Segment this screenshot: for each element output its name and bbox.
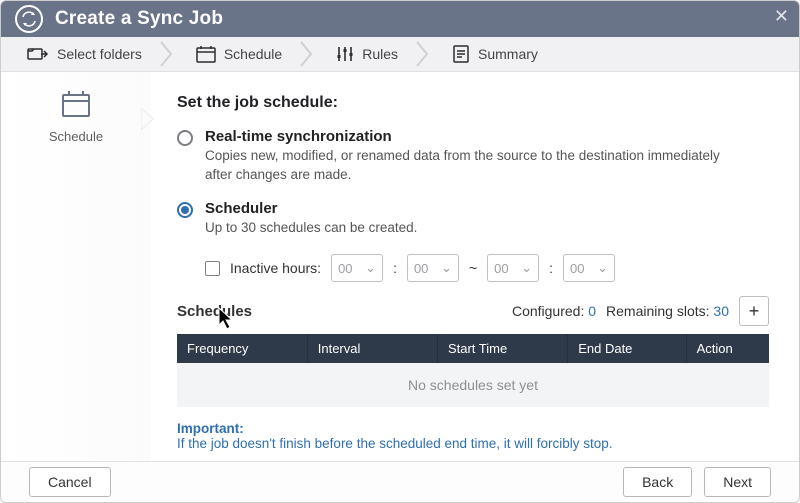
configured-count: 0 — [588, 303, 596, 319]
inactive-hours-label: Inactive hours: — [230, 260, 321, 276]
sync-job-window: Create a Sync Job ✕ Select folders Sched… — [0, 0, 800, 503]
calendar-icon — [196, 45, 216, 63]
close-icon[interactable]: ✕ — [774, 7, 789, 25]
inactive-hours-checkbox[interactable] — [205, 261, 220, 276]
sidebar-pointer-icon — [141, 108, 155, 130]
step-rules[interactable]: Rules — [324, 37, 410, 71]
inactive-end-hour[interactable]: 00⌄ — [487, 254, 539, 282]
schedules-table: Frequency Interval Start Time End Date A… — [177, 334, 769, 407]
step-chevron-icon — [160, 37, 178, 71]
back-button[interactable]: Back — [623, 467, 692, 497]
step-chevron-icon — [416, 37, 434, 71]
window-title: Create a Sync Job — [55, 8, 223, 30]
chevron-down-icon: ⌄ — [441, 260, 452, 276]
col-start-time: Start Time — [437, 334, 567, 363]
content-panel: Set the job schedule: Real-time synchron… — [151, 72, 799, 462]
step-schedule[interactable]: Schedule — [184, 37, 294, 71]
step-label: Rules — [362, 46, 398, 62]
inactive-end-min[interactable]: 00⌄ — [563, 254, 615, 282]
step-summary[interactable]: Summary — [440, 37, 550, 71]
option-scheduler[interactable]: Scheduler Up to 30 schedules can be crea… — [177, 200, 769, 238]
col-action: Action — [686, 334, 769, 363]
option-realtime[interactable]: Real-time synchronization Copies new, mo… — [177, 128, 769, 185]
col-interval: Interval — [307, 334, 437, 363]
content-heading: Set the job schedule: — [177, 94, 769, 112]
scheduler-desc: Up to 30 schedules can be created. — [205, 219, 417, 238]
step-select-folders[interactable]: Select folders — [15, 37, 154, 71]
step-label: Schedule — [224, 46, 282, 62]
add-schedule-button[interactable]: + — [739, 296, 769, 326]
schedules-header: Schedules Configured: 0 Remaining slots:… — [177, 296, 769, 326]
inactive-hours-row: Inactive hours: 00⌄ : 00⌄ ~ 00⌄ : 00⌄ — [205, 254, 769, 282]
sliders-icon — [336, 45, 354, 63]
title-bar: Create a Sync Job ✕ — [1, 1, 799, 37]
col-end-date: End Date — [568, 334, 686, 363]
step-bar: Select folders Schedule Rules Summary — [1, 37, 799, 72]
summary-icon — [452, 45, 470, 63]
realtime-title: Real-time synchronization — [205, 128, 725, 145]
chevron-down-icon: ⌄ — [521, 260, 532, 276]
radio-realtime[interactable] — [177, 130, 193, 146]
next-button[interactable]: Next — [704, 467, 771, 497]
step-chevron-icon — [300, 37, 318, 71]
chevron-down-icon: ⌄ — [597, 260, 608, 276]
scheduler-title: Scheduler — [205, 200, 417, 217]
important-text: If the job doesn't finish before the sch… — [177, 436, 769, 451]
schedules-label: Schedules — [177, 303, 252, 320]
sidebar: Schedule — [1, 72, 151, 462]
col-frequency: Frequency — [177, 334, 307, 363]
remaining-count: 30 — [713, 303, 729, 319]
sidebar-label: Schedule — [49, 129, 103, 144]
footer: Cancel Back Next — [1, 461, 799, 502]
step-label: Select folders — [57, 46, 142, 62]
sync-logo-icon — [15, 5, 43, 33]
important-note: Important: If the job doesn't finish bef… — [177, 421, 769, 451]
inactive-start-hour[interactable]: 00⌄ — [331, 254, 383, 282]
chevron-down-icon: ⌄ — [365, 260, 376, 276]
calendar-icon — [61, 90, 91, 123]
body: Schedule Set the job schedule: Real-time… — [1, 72, 799, 462]
realtime-desc: Copies new, modified, or renamed data fr… — [205, 147, 725, 185]
inactive-start-min[interactable]: 00⌄ — [407, 254, 459, 282]
step-label: Summary — [478, 46, 538, 62]
schedules-empty: No schedules set yet — [177, 363, 769, 407]
important-label: Important: — [177, 421, 769, 436]
cancel-button[interactable]: Cancel — [29, 467, 111, 497]
folders-icon — [27, 45, 49, 63]
radio-scheduler[interactable] — [177, 202, 193, 218]
